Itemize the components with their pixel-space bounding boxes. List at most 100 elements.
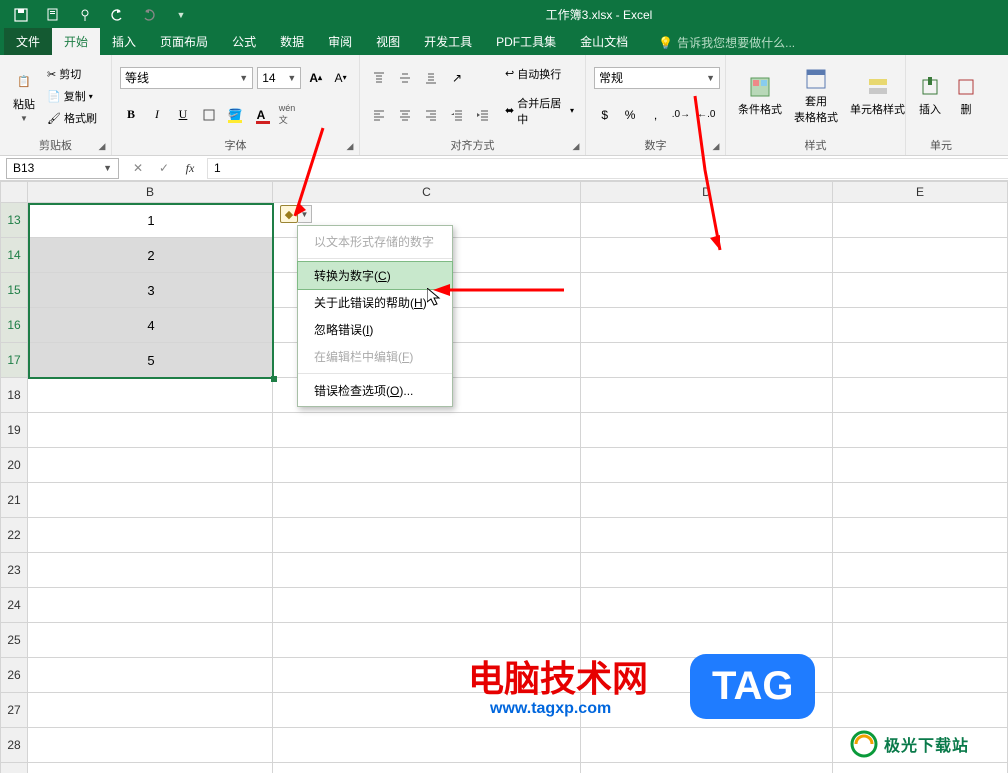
cell[interactable] (833, 658, 1008, 693)
bold-button[interactable]: B (120, 104, 142, 126)
percent-button[interactable]: % (619, 104, 640, 126)
cell[interactable] (28, 378, 273, 413)
menu-help[interactable]: 关于此错误的帮助(H) (298, 289, 452, 316)
font-size-combo[interactable]: 14▼ (257, 67, 301, 89)
cell[interactable] (28, 483, 273, 518)
qat-customize[interactable]: ▼ (166, 2, 196, 28)
table-format-button[interactable]: 套用 表格格式 (790, 65, 842, 127)
cell[interactable] (833, 203, 1008, 238)
cell[interactable] (273, 518, 581, 553)
cell[interactable] (28, 553, 273, 588)
fill-color-button[interactable]: 🪣 (224, 104, 246, 126)
cell[interactable] (28, 728, 273, 763)
row-header[interactable]: 26 (0, 658, 28, 693)
qat-save[interactable] (6, 2, 36, 28)
number-launcher[interactable]: ◢ (709, 139, 723, 153)
merge-button[interactable]: ⬌合并后居中▾ (502, 93, 577, 129)
row-header[interactable]: 22 (0, 518, 28, 553)
cell[interactable] (581, 413, 833, 448)
formula-input[interactable]: 1 (207, 158, 1008, 179)
font-launcher[interactable]: ◢ (343, 139, 357, 153)
cell[interactable] (28, 693, 273, 728)
cell[interactable] (273, 588, 581, 623)
align-bottom-button[interactable] (420, 67, 442, 89)
col-header-c[interactable]: C (273, 181, 581, 203)
cell-style-button[interactable]: 单元格样式 (846, 73, 909, 119)
tab-insert[interactable]: 插入 (100, 28, 148, 55)
indent-dec-button[interactable] (446, 104, 468, 126)
cell[interactable] (581, 728, 833, 763)
row-header[interactable]: 27 (0, 693, 28, 728)
cell[interactable] (28, 238, 273, 273)
paste-button[interactable]: 📋 粘贴 ▼ (8, 68, 40, 125)
cell[interactable] (28, 273, 273, 308)
cell[interactable] (581, 483, 833, 518)
row-header[interactable]: 25 (0, 623, 28, 658)
qat-redo[interactable] (134, 2, 164, 28)
row-header[interactable]: 13 (0, 203, 28, 238)
insert-cells-button[interactable]: 插入 (914, 73, 946, 119)
qat-touch[interactable] (70, 2, 100, 28)
tab-review[interactable]: 审阅 (316, 28, 364, 55)
align-center-button[interactable] (394, 104, 416, 126)
cell[interactable] (833, 238, 1008, 273)
cell[interactable] (28, 518, 273, 553)
cell[interactable] (273, 448, 581, 483)
select-all-corner[interactable] (0, 181, 28, 203)
tab-jsdocs[interactable]: 金山文档 (568, 28, 640, 55)
indent-inc-button[interactable] (472, 104, 494, 126)
tab-dev[interactable]: 开发工具 (412, 28, 484, 55)
row-header[interactable]: 29 (0, 763, 28, 773)
cell[interactable] (28, 203, 273, 238)
tab-home[interactable]: 开始 (52, 28, 100, 55)
cell[interactable] (833, 763, 1008, 773)
row-header[interactable]: 23 (0, 553, 28, 588)
cell[interactable] (28, 588, 273, 623)
comma-button[interactable]: , (645, 104, 666, 126)
col-header-e[interactable]: E (833, 181, 1008, 203)
tab-data[interactable]: 数据 (268, 28, 316, 55)
cell[interactable] (273, 483, 581, 518)
col-header-d[interactable]: D (581, 181, 833, 203)
row-header[interactable]: 16 (0, 308, 28, 343)
delete-cells-button[interactable]: 删 (950, 73, 982, 119)
cell[interactable] (833, 553, 1008, 588)
align-middle-button[interactable] (394, 67, 416, 89)
row-header[interactable]: 20 (0, 448, 28, 483)
row-header[interactable]: 15 (0, 273, 28, 308)
cell[interactable] (581, 238, 833, 273)
cell[interactable] (581, 308, 833, 343)
cell[interactable] (581, 378, 833, 413)
cell[interactable] (581, 343, 833, 378)
dec-decimal-button[interactable]: ←.0 (696, 104, 717, 126)
number-format-combo[interactable]: 常规▼ (594, 67, 720, 89)
cell[interactable] (581, 588, 833, 623)
copy-button[interactable]: 📄复制▾ (44, 86, 100, 106)
clipboard-launcher[interactable]: ◢ (95, 139, 109, 153)
cell[interactable] (581, 448, 833, 483)
menu-ignore[interactable]: 忽略错误(I) (298, 316, 452, 343)
cell[interactable] (273, 413, 581, 448)
cond-format-button[interactable]: 条件格式 (734, 73, 786, 119)
row-header[interactable]: 24 (0, 588, 28, 623)
cell[interactable] (28, 658, 273, 693)
cell[interactable] (581, 763, 833, 773)
row-header[interactable]: 14 (0, 238, 28, 273)
align-top-button[interactable] (368, 67, 390, 89)
row-header[interactable]: 17 (0, 343, 28, 378)
cell[interactable] (581, 273, 833, 308)
tab-pdf[interactable]: PDF工具集 (484, 28, 568, 55)
name-box[interactable]: B13▼ (6, 158, 119, 179)
cell[interactable] (833, 378, 1008, 413)
row-header[interactable]: 19 (0, 413, 28, 448)
cell[interactable] (833, 623, 1008, 658)
cell[interactable] (833, 343, 1008, 378)
error-smarttag[interactable]: ◆ ▼ (280, 205, 312, 223)
align-launcher[interactable]: ◢ (569, 139, 583, 153)
cell[interactable] (28, 413, 273, 448)
qat-save-as[interactable] (38, 2, 68, 28)
cell[interactable] (581, 553, 833, 588)
italic-button[interactable]: I (146, 104, 168, 126)
border-button[interactable] (198, 104, 220, 126)
font-family-combo[interactable]: 等线▼ (120, 67, 253, 89)
